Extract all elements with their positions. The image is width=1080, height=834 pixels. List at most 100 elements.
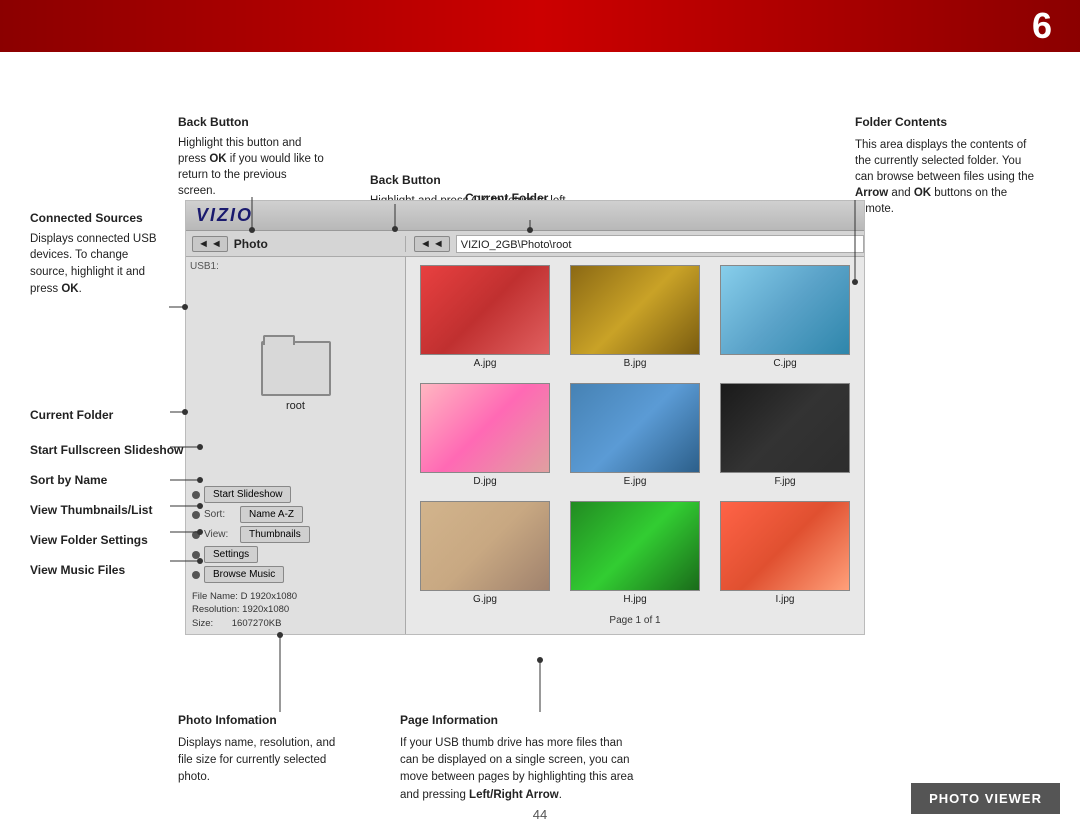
file-name-label: File Name: D bbox=[192, 591, 247, 602]
back-btn-right[interactable]: ◄ ◄ bbox=[414, 236, 450, 252]
back-arrow-left: ◄ bbox=[198, 238, 209, 250]
dot-slideshow bbox=[192, 491, 200, 499]
thumb-item-A-jpg: A.jpg bbox=[414, 265, 556, 375]
sort-label: Sort: bbox=[204, 509, 236, 520]
annotation-sort-by-name: Sort by Name bbox=[30, 472, 107, 489]
folder-contents-text: This area displays the contents of the c… bbox=[855, 137, 1040, 217]
annotation-current-folder-left: Current Folder bbox=[30, 407, 113, 424]
back-btn-left-text: Highlight this button and press OK if yo… bbox=[178, 135, 326, 199]
sort-row: Sort: Name A-Z bbox=[192, 506, 399, 523]
music-btn[interactable]: Browse Music bbox=[204, 566, 284, 583]
dot-view bbox=[192, 531, 200, 539]
annotation-view-folder-settings: View Folder Settings bbox=[30, 532, 148, 549]
sort-btn[interactable]: Name A-Z bbox=[240, 506, 303, 523]
back-btn-right-title: Back Button bbox=[370, 172, 570, 189]
panels: USB1: root Start Slideshow Sort: Na bbox=[186, 257, 864, 634]
back-btn-left[interactable]: ◄ ◄ bbox=[192, 236, 228, 252]
path-display: VIZIO_2GB\Photo\root bbox=[456, 235, 864, 253]
page-info-title: Page Information bbox=[400, 712, 640, 729]
connected-sources-title: Connected Sources bbox=[30, 210, 168, 227]
thumb-item-B-jpg: B.jpg bbox=[564, 265, 706, 375]
folder-contents-title: Folder Contents bbox=[855, 114, 1040, 131]
thumb-item-E-jpg: E.jpg bbox=[564, 383, 706, 493]
photo-viewer-badge: PHOTO VIEWER bbox=[911, 783, 1060, 814]
view-label: View: bbox=[204, 529, 236, 540]
thumb-item-D-jpg: D.jpg bbox=[414, 383, 556, 493]
view-folder-settings-title: View Folder Settings bbox=[30, 533, 148, 547]
music-row: Browse Music bbox=[192, 566, 399, 583]
file-name-row: File Name: D 1920x1080 bbox=[192, 590, 399, 603]
thumb-label-6: G.jpg bbox=[473, 594, 497, 605]
view-btn[interactable]: Thumbnails bbox=[240, 526, 310, 543]
dot-sort bbox=[192, 511, 200, 519]
dot-settings bbox=[192, 551, 200, 559]
thumb-item-G-jpg: G.jpg bbox=[414, 501, 556, 611]
size-row: Size: 1607270KB bbox=[192, 617, 399, 630]
thumb-image-4[interactable] bbox=[570, 383, 700, 473]
thumb-image-2[interactable] bbox=[720, 265, 850, 355]
annotation-view-music-files: View Music Files bbox=[30, 562, 125, 579]
annotation-folder-contents: Folder Contents This area displays the c… bbox=[855, 114, 1040, 217]
resolution-value: 1920x1080 bbox=[242, 604, 289, 615]
back-btn-left-title: Back Button bbox=[178, 114, 326, 131]
thumb-label-3: D.jpg bbox=[473, 476, 496, 487]
current-folder-left-title: Current Folder bbox=[30, 408, 113, 422]
photo-info-text: Displays name, resolution, and file size… bbox=[178, 735, 353, 787]
thumb-image-3[interactable] bbox=[420, 383, 550, 473]
annotation-photo-info: Photo Infomation Displays name, resoluti… bbox=[178, 712, 353, 787]
thumb-label-1: B.jpg bbox=[624, 358, 647, 369]
view-row: View: Thumbnails bbox=[192, 526, 399, 543]
thumb-label-8: I.jpg bbox=[776, 594, 795, 605]
nav-right: ◄ ◄ VIZIO_2GB\Photo\root bbox=[406, 235, 864, 253]
connected-sources-text: Displays connected USB devices. To chang… bbox=[30, 231, 168, 298]
thumbnail-grid: A.jpg B.jpg C.jpg D.jpg E.jpg F.jpg G.jpg H.jpg… bbox=[414, 265, 856, 611]
thumb-item-F-jpg: F.jpg bbox=[714, 383, 856, 493]
slideshow-btn[interactable]: Start Slideshow bbox=[204, 486, 291, 503]
resolution-row: Resolution: 1920x1080 bbox=[192, 603, 399, 616]
settings-row: Settings bbox=[192, 546, 399, 563]
back-arrow-left2: ◄ bbox=[211, 238, 222, 250]
folder-name: root bbox=[286, 400, 305, 412]
thumb-image-0[interactable] bbox=[420, 265, 550, 355]
usb-label: USB1: bbox=[190, 261, 401, 272]
left-panel: USB1: root Start Slideshow Sort: Na bbox=[186, 257, 406, 634]
annotation-connected-sources: Connected Sources Displays connected USB… bbox=[30, 210, 168, 297]
photo-info-title: Photo Infomation bbox=[178, 712, 353, 729]
folder-icon bbox=[261, 341, 331, 396]
thumb-item-C-jpg: C.jpg bbox=[714, 265, 856, 375]
slideshow-row: Start Slideshow bbox=[192, 486, 399, 503]
left-controls: Start Slideshow Sort: Name A-Z View: Thu… bbox=[190, 486, 401, 630]
view-thumbnails-title: View Thumbnails/List bbox=[30, 503, 152, 517]
back-arrow-right2: ◄ bbox=[433, 238, 444, 250]
dot-music bbox=[192, 571, 200, 579]
thumb-image-8[interactable] bbox=[720, 501, 850, 591]
annotation-start-fullscreen: Start Fullscreen Slideshow bbox=[30, 442, 183, 459]
size-label: Size: bbox=[192, 618, 213, 629]
thumb-label-2: C.jpg bbox=[773, 358, 796, 369]
top-bar: 6 bbox=[0, 0, 1080, 52]
thumb-image-7[interactable] bbox=[570, 501, 700, 591]
thumb-item-H-jpg: H.jpg bbox=[564, 501, 706, 611]
diagram-area: VIZIO ◄ ◄ Photo ◄ ◄ VIZIO_2GB\Photo\root bbox=[185, 200, 865, 635]
view-music-files-title: View Music Files bbox=[30, 563, 125, 577]
nav-left: ◄ ◄ Photo bbox=[186, 236, 406, 252]
thumb-image-1[interactable] bbox=[570, 265, 700, 355]
thumb-item-I-jpg: I.jpg bbox=[714, 501, 856, 611]
thumb-label-5: F.jpg bbox=[774, 476, 795, 487]
size-value: 1607270KB bbox=[232, 618, 282, 629]
page-info: Page 1 of 1 bbox=[414, 615, 856, 626]
resolution-label: Resolution: bbox=[192, 604, 240, 615]
back-arrow-right: ◄ bbox=[420, 238, 431, 250]
vizio-logo: VIZIO bbox=[196, 205, 253, 226]
settings-btn[interactable]: Settings bbox=[204, 546, 258, 563]
nav-bar: ◄ ◄ Photo ◄ ◄ VIZIO_2GB\Photo\root bbox=[186, 231, 864, 257]
file-name-value: 1920x1080 bbox=[250, 591, 297, 602]
vizio-header: VIZIO bbox=[186, 201, 864, 231]
start-fullscreen-title: Start Fullscreen Slideshow bbox=[30, 443, 183, 457]
thumb-image-5[interactable] bbox=[720, 383, 850, 473]
annotation-page-info: Page Information If your USB thumb drive… bbox=[400, 712, 640, 804]
sort-by-name-title: Sort by Name bbox=[30, 473, 107, 487]
thumb-image-6[interactable] bbox=[420, 501, 550, 591]
annotation-back-button-left: Back Button Highlight this button and pr… bbox=[178, 114, 326, 199]
annotation-view-thumbnails: View Thumbnails/List bbox=[30, 502, 152, 519]
